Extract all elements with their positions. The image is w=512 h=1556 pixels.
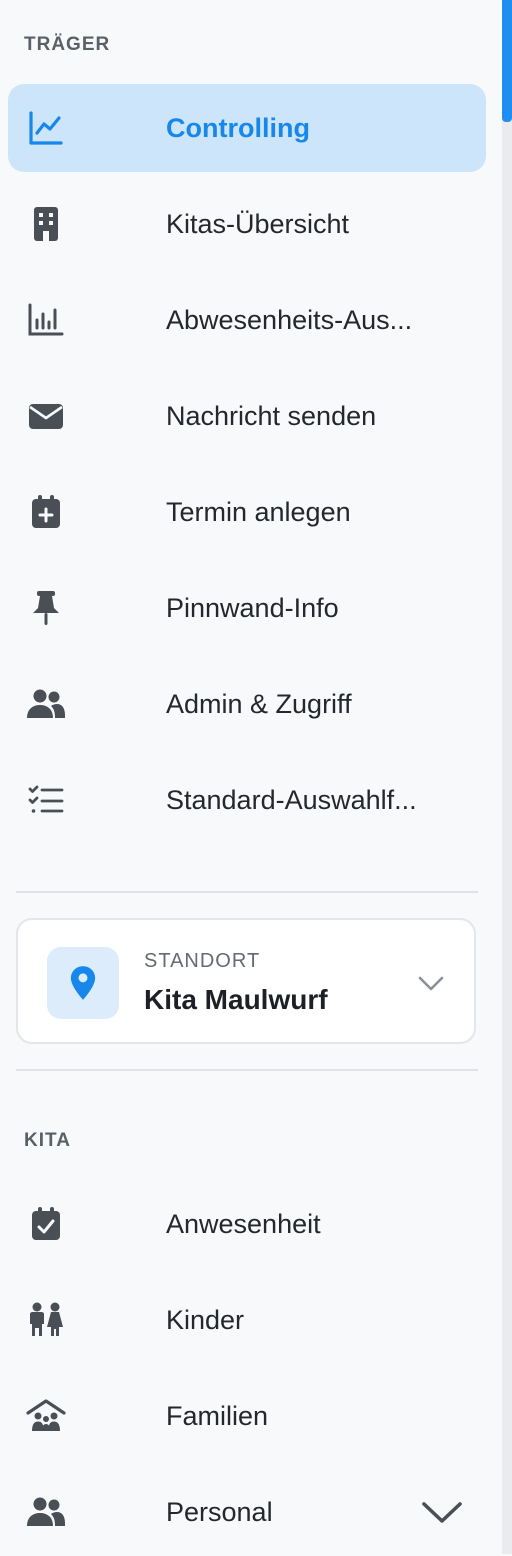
nav-label: Controlling [166, 113, 310, 143]
bar-chart-icon [26, 300, 66, 340]
nav-label: Termin anlegen [166, 497, 351, 527]
chevron-down-icon[interactable] [420, 1492, 464, 1532]
scrollbar-thumb[interactable] [502, 0, 512, 122]
nav-item-anwesenheit[interactable]: Anwesenheit [8, 1180, 486, 1268]
nav-label: Abwesenheits-Aus... [166, 305, 413, 335]
location-label: STANDORT [144, 950, 261, 972]
nav-item-kinder[interactable]: Kinder [8, 1276, 486, 1364]
section-label-traeger: TRÄGER [24, 34, 111, 55]
sidebar: TRÄGER Controlling Kitas-Übersicht Abwes… [0, 0, 502, 1554]
thumbtack-icon [26, 588, 66, 628]
nav-item-controlling[interactable]: Controlling [8, 84, 486, 172]
location-pin-icon [70, 966, 96, 1000]
calendar-check-icon [26, 1204, 66, 1244]
users-icon [26, 684, 66, 724]
location-value: Kita Maulwurf [144, 984, 328, 1015]
nav-label: Standard-Auswahlf... [166, 785, 417, 815]
nav-item-familien[interactable]: Familien [8, 1372, 486, 1460]
divider [16, 1069, 478, 1071]
nav-item-termin-anlegen[interactable]: Termin anlegen [8, 468, 486, 556]
divider [16, 891, 478, 893]
users-icon [26, 1492, 66, 1532]
nav-item-pinnwand-info[interactable]: Pinnwand-Info [8, 564, 486, 652]
chevron-down-icon [418, 976, 444, 991]
nav-item-abwesenheits[interactable]: Abwesenheits-Aus... [8, 276, 486, 364]
envelope-icon [26, 396, 66, 436]
children-icon [26, 1300, 66, 1340]
nav-label: Pinnwand-Info [166, 593, 339, 623]
section-label-kita: KITA [24, 1130, 71, 1151]
location-pin-box [47, 947, 119, 1019]
nav-label: Kitas-Übersicht [166, 209, 350, 239]
nav-item-nachricht-senden[interactable]: Nachricht senden [8, 372, 486, 460]
location-selector[interactable]: STANDORT Kita Maulwurf [16, 918, 476, 1044]
nav-item-personal[interactable]: Personal [8, 1468, 486, 1556]
nav-label: Familien [166, 1401, 269, 1431]
nav-label: Kinder [166, 1305, 245, 1335]
nav-item-standard-auswahl[interactable]: Standard-Auswahlf... [8, 756, 486, 844]
nav-label: Anwesenheit [166, 1209, 321, 1239]
scrollbar[interactable] [502, 0, 512, 1554]
building-icon [26, 204, 66, 244]
nav-label: Personal [166, 1497, 273, 1527]
checklist-icon [26, 780, 66, 820]
family-house-icon [26, 1396, 66, 1436]
chart-line-icon [26, 108, 66, 148]
nav-label: Nachricht senden [166, 401, 377, 431]
nav-item-kitas-uebersicht[interactable]: Kitas-Übersicht [8, 180, 486, 268]
calendar-plus-icon [26, 492, 66, 532]
nav-label: Admin & Zugriff [166, 689, 352, 719]
nav-item-admin-zugriff[interactable]: Admin & Zugriff [8, 660, 486, 748]
